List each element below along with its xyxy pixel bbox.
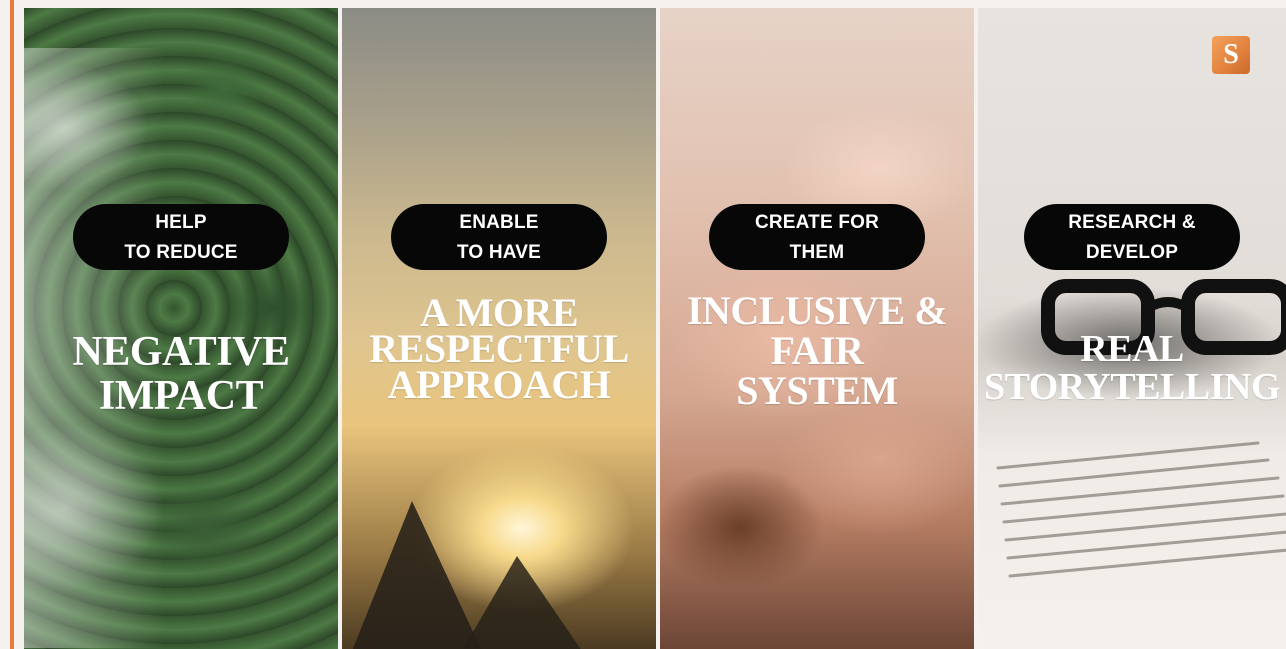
headline-negative-impact: NEGATIVE IMPACT bbox=[24, 330, 338, 418]
pill-create-for-them: CREATE FOR THEM bbox=[709, 204, 925, 270]
headline-line: NEGATIVE bbox=[72, 329, 290, 375]
headline-line: SYSTEM bbox=[736, 368, 898, 413]
pill-help-to-reduce: HELP TO REDUCE bbox=[73, 204, 289, 270]
headline-respectful-approach: A MORE RESPECTFUL APPROACH bbox=[342, 293, 656, 407]
headline-line: APPROACH bbox=[387, 362, 611, 407]
book-text-lines bbox=[996, 441, 1286, 578]
pill-enable-to-have: ENABLE TO HAVE bbox=[391, 204, 607, 270]
pill-line: THEM bbox=[789, 242, 845, 263]
tipi-shape bbox=[462, 556, 582, 649]
pill-line: RESEARCH & bbox=[1068, 212, 1196, 233]
headline-line: INCLUSIVE & bbox=[686, 288, 948, 333]
pill-line: HELP bbox=[155, 212, 207, 233]
panel-respectful-approach: ENABLE TO HAVE A MORE RESPECTFUL APPROAC… bbox=[342, 8, 656, 649]
pill-research-and-develop: RESEARCH & DEVELOP bbox=[1024, 204, 1240, 270]
headline-line: REAL bbox=[1080, 328, 1184, 370]
headline-inclusive-fair-system: INCLUSIVE & FAIR SYSTEM bbox=[660, 291, 974, 411]
pill-line: DEVELOP bbox=[1085, 242, 1179, 263]
headline-real-storytelling: REAL STORYTELLING bbox=[978, 330, 1286, 406]
headline-line: STORYTELLING bbox=[983, 366, 1281, 408]
panel-inclusive-fair-system: CREATE FOR THEM INCLUSIVE & FAIR SYSTEM bbox=[660, 8, 974, 649]
panel-negative-impact: HELP TO REDUCE NEGATIVE IMPACT bbox=[24, 8, 338, 649]
pill-line: TO REDUCE bbox=[124, 242, 238, 263]
panel-strip: HELP TO REDUCE NEGATIVE IMPACT ENABLE TO… bbox=[24, 8, 1286, 649]
pill-line: TO HAVE bbox=[456, 242, 542, 263]
panel-real-storytelling: S RESEARCH & DEVELOP REAL STORYTELLING bbox=[978, 8, 1286, 649]
headline-line: IMPACT bbox=[98, 373, 264, 419]
pill-line: ENABLE bbox=[459, 212, 539, 233]
accent-bar bbox=[10, 0, 14, 649]
brand-logo-icon: S bbox=[1212, 36, 1250, 74]
pill-line: CREATE FOR bbox=[754, 212, 880, 233]
headline-line: FAIR bbox=[770, 328, 864, 373]
